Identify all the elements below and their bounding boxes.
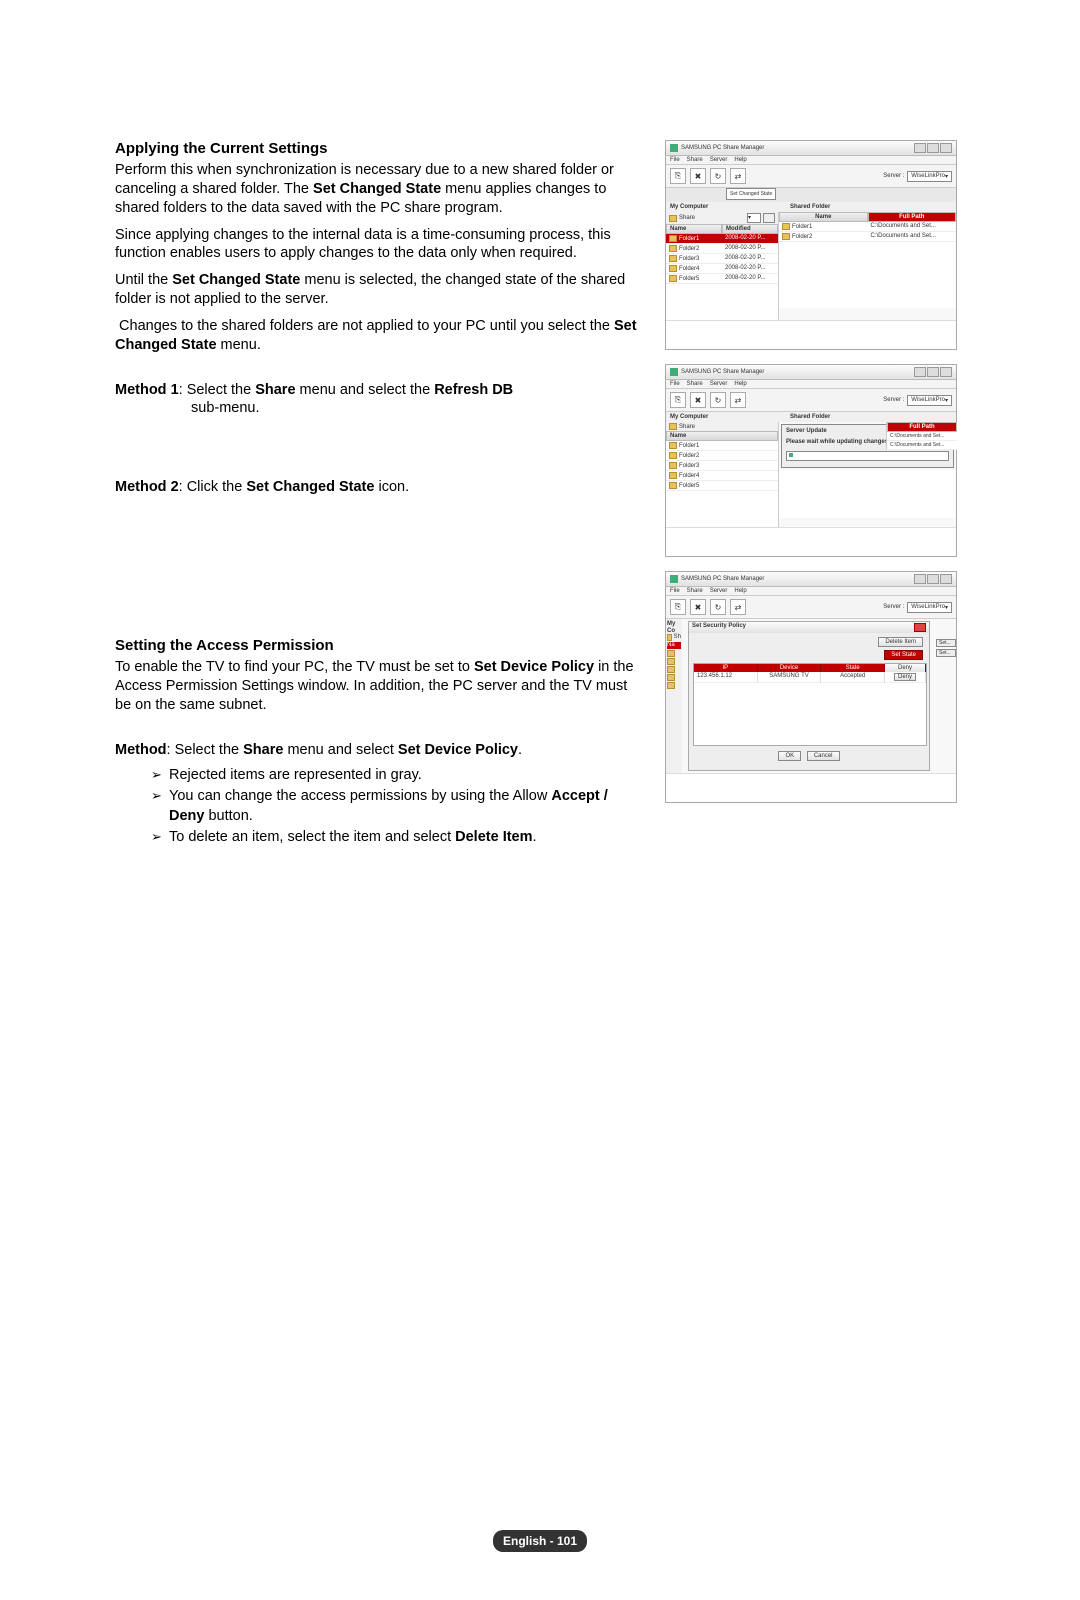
heading-access: Setting the Access Permission <box>115 637 645 654</box>
set-state-button: Set State <box>884 650 923 660</box>
shared-row: Folder1C:\Documents and Set... <box>779 222 956 232</box>
toolbar-btn: ↻ <box>710 168 726 184</box>
screenshot-1: SAMSUNG PC Share Manager FileShareServer… <box>665 140 957 350</box>
delete-item-button: Delete Item <box>878 637 923 647</box>
para: Until the Set Changed State menu is sele… <box>115 271 645 309</box>
set-changed-state-tooltip: Set Changed State <box>726 188 776 200</box>
para: Perform this when synchronization is nec… <box>115 161 645 218</box>
set-changed-state-icon: ⇄ <box>730 168 746 184</box>
page-footer: English - 101 <box>493 1532 587 1550</box>
method-2: Method 2: Click the Set Changed State ic… <box>115 478 645 497</box>
folder-row: Folder12008-02-20 P... <box>666 234 778 244</box>
folder-row: Folder32008-02-20 P... <box>666 254 778 264</box>
heading-applying: Applying the Current Settings <box>115 140 645 157</box>
screenshot-3: SAMSUNG PC Share Manager FileShareServer… <box>665 571 957 803</box>
toolbar-btn: ⎘ <box>670 168 686 184</box>
bullet: Rejected items are represented in gray. <box>151 766 645 786</box>
bullet: To delete an item, select the item and s… <box>151 828 645 848</box>
para: Since applying changes to the internal d… <box>115 226 645 264</box>
menubar: FileShareServerHelp <box>666 156 956 165</box>
para: Changes to the shared folders are not ap… <box>115 317 645 355</box>
security-policy-dialog: Set Security Policy Delete Item Set Stat… <box>688 621 930 771</box>
folder-row: Folder22008-02-20 P... <box>666 244 778 254</box>
folder-row: Folder42008-02-20 P... <box>666 264 778 274</box>
method-line: Method: Select the Share menu and select… <box>115 741 645 760</box>
close-icon <box>914 623 926 632</box>
progress-bar <box>786 451 949 461</box>
ok-button: OK <box>778 751 801 761</box>
shared-row: Folder2C:\Documents and Set... <box>779 232 956 242</box>
toolbar-btn: ✖ <box>690 168 706 184</box>
para: To enable the TV to find your PC, the TV… <box>115 658 645 715</box>
screenshot-2: SAMSUNG PC Share Manager FileShareServer… <box>665 364 957 557</box>
cancel-button: Cancel <box>807 751 840 761</box>
folder-row: Folder52008-02-20 P... <box>666 274 778 284</box>
method-1: Method 1: Select the Share menu and sele… <box>115 381 645 419</box>
window-controls <box>914 143 952 153</box>
bullet: You can change the access permissions by… <box>151 787 645 826</box>
